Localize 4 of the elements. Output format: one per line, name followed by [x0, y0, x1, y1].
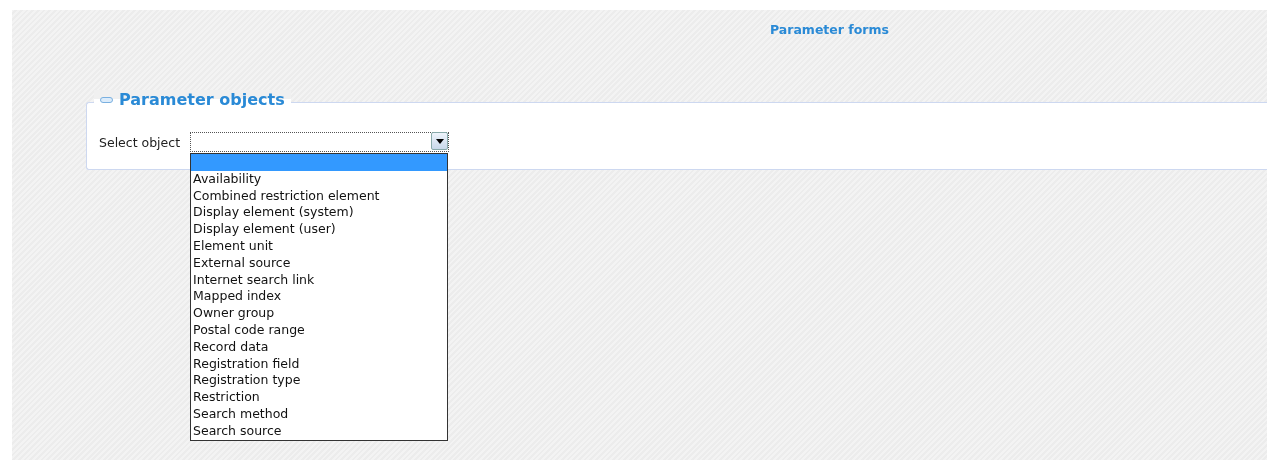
- page-title: Parameter forms: [770, 22, 889, 37]
- field-label: Select object: [99, 134, 181, 150]
- panel-title: Parameter objects: [119, 90, 285, 109]
- select-dropdown[interactable]: [190, 132, 450, 152]
